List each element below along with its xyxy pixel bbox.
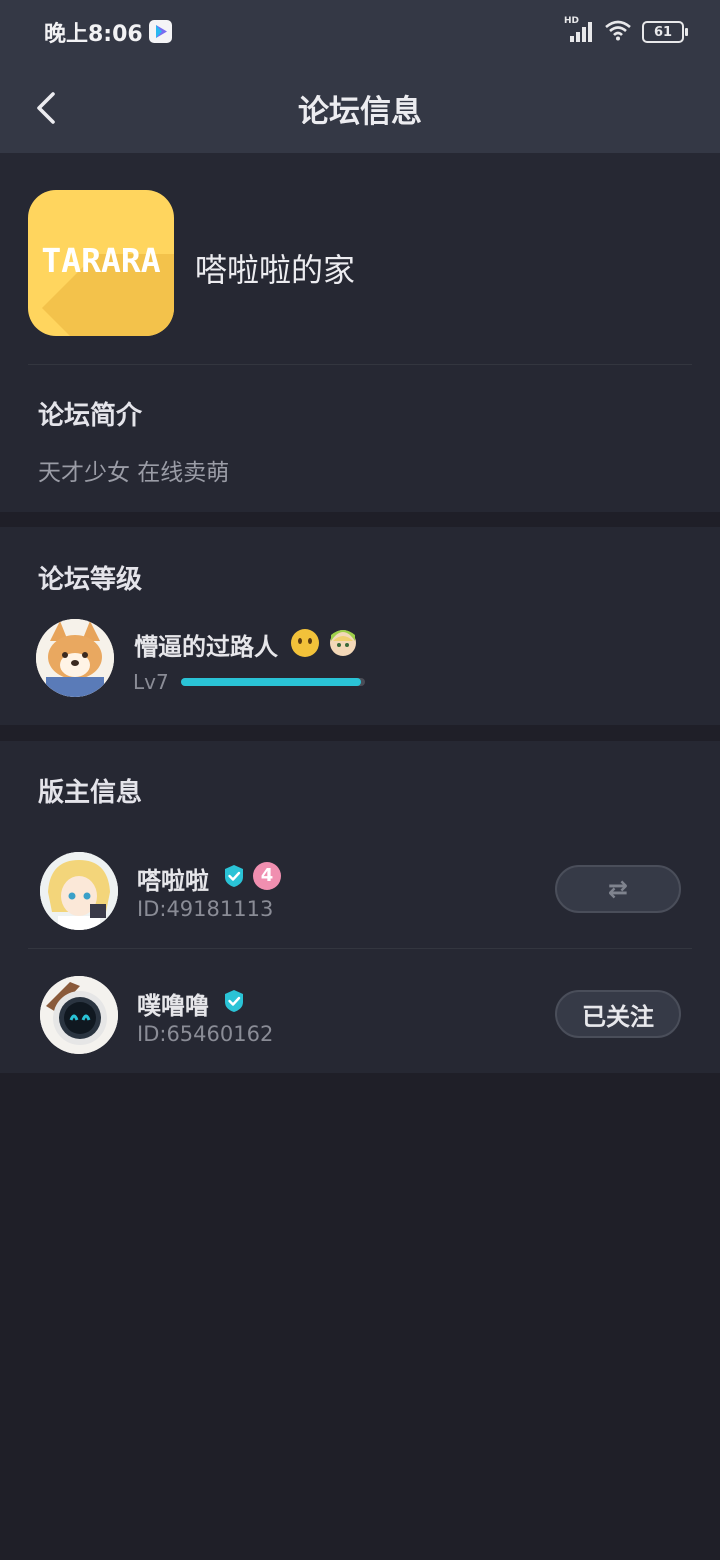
forum-logo: TARARA — [28, 190, 174, 336]
forum-logo-text: TARARA — [41, 241, 161, 280]
forum-intro-text: 天才少女 在线卖萌 — [38, 460, 230, 486]
moderators-card: 版主信息 嗒啦啦 4 ID:49181113 ⇄ 噗噜噜 ID:65460162… — [0, 741, 720, 1073]
level-progress-bar — [181, 678, 365, 686]
forum-info-card: TARARA 嗒啦啦的家 论坛简介 天才少女 在线卖萌 — [0, 153, 720, 512]
neutral-face-icon — [291, 629, 319, 657]
status-time: 晚上8:06 — [44, 22, 143, 47]
wifi-icon — [604, 19, 632, 45]
avatar[interactable] — [40, 976, 118, 1054]
forum-name: 嗒啦啦的家 — [195, 251, 356, 289]
battery-icon: 61 — [642, 21, 688, 43]
verified-icon — [225, 990, 243, 1012]
divider — [28, 364, 692, 365]
moderators-title: 版主信息 — [38, 778, 143, 808]
level-progress-fill — [181, 678, 362, 686]
signal-icon: HD — [564, 16, 594, 44]
status-bar: 晚上8:06 HD 61 — [0, 0, 720, 64]
play-store-icon — [149, 20, 172, 43]
navigation-bar: 论坛信息 — [0, 64, 720, 153]
following-button[interactable]: 已关注 — [555, 990, 681, 1038]
moderator-id: ID:49181113 — [137, 897, 274, 921]
verified-icon — [225, 865, 243, 887]
avatar[interactable] — [40, 852, 118, 930]
rank-badge: 4 — [253, 862, 281, 890]
moderator-name: 嗒啦啦 — [137, 867, 209, 895]
moderator-name: 噗噜噜 — [137, 992, 209, 1020]
status-indicators: HD 61 — [564, 16, 688, 46]
forum-level-title: 论坛等级 — [38, 565, 143, 595]
user-name: 懵逼的过路人 — [134, 633, 278, 661]
battery-level: 61 — [653, 24, 673, 40]
level-label: Lv7 — [133, 670, 169, 694]
character-emoji-icon — [330, 630, 356, 656]
forum-intro-title: 论坛简介 — [38, 401, 143, 431]
moderator-id: ID:65460162 — [137, 1022, 274, 1046]
page-title: 论坛信息 — [298, 94, 422, 130]
list-item[interactable]: 噗噜噜 ID:65460162 已关注 — [0, 949, 720, 1073]
list-item[interactable]: 嗒啦啦 4 ID:49181113 ⇄ — [0, 836, 720, 948]
avatar[interactable] — [36, 619, 114, 697]
switch-button[interactable]: ⇄ — [555, 865, 681, 913]
forum-level-card: 论坛等级 懵逼的过路人 Lv7 — [0, 527, 720, 725]
